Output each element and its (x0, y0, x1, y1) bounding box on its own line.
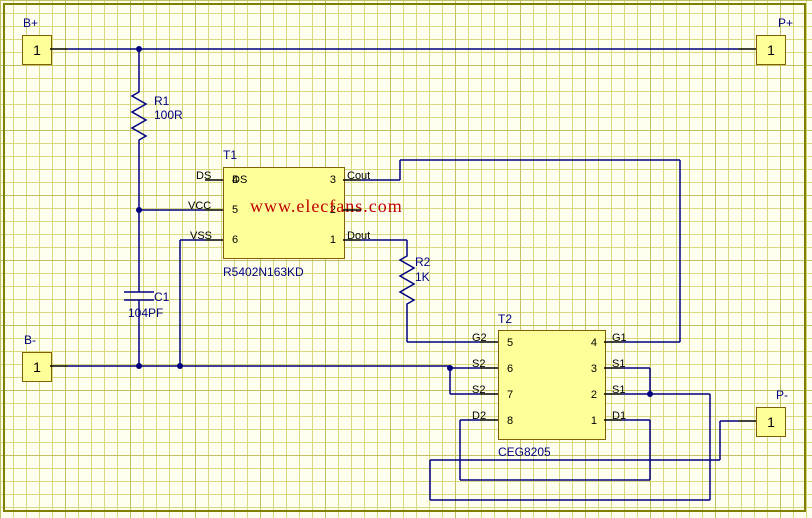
pin-t2-5: 5 (507, 337, 513, 349)
r1-val: 100R (154, 108, 183, 122)
t1-pin-vcc: VCC (188, 200, 211, 212)
port-pp-label: P+ (778, 16, 793, 30)
t2-pin-s1a: S1 (612, 358, 625, 370)
pin-t2-3: 3 (591, 363, 597, 375)
t2-pin-s2l: S2 (472, 358, 485, 370)
ic-t2: 5 6 7 8 4 3 2 1 (498, 330, 606, 440)
port-bm: 1 (22, 352, 52, 382)
pin-t2-1: 1 (591, 415, 597, 427)
t2-pin-s1b: S1 (612, 384, 625, 396)
t2-pin-s2b: S2 (472, 384, 485, 396)
t1-pin-ds: DS (196, 170, 211, 182)
port-pp: 1 (756, 35, 786, 65)
c1-ref: C1 (154, 290, 169, 304)
port-pm: 1 (756, 407, 786, 437)
t2-pin-d1: D1 (612, 410, 626, 422)
pin-t2-8: 8 (507, 415, 513, 427)
pin-t1-4: 4 (232, 174, 238, 186)
pin-t2-4: 4 (591, 337, 597, 349)
pin-t1-1: 1 (330, 234, 336, 246)
r2-val: 1K (415, 270, 430, 284)
t2-pin-g2: G2 (472, 332, 487, 344)
t1-pin-dout: Dout (347, 230, 370, 242)
watermark: www.elecfans.com (250, 196, 403, 217)
r2-ref: R2 (415, 255, 430, 269)
pin-t2-2: 2 (591, 389, 597, 401)
pin-t1-5: 5 (232, 204, 238, 216)
t1-ref: T1 (223, 148, 237, 162)
t2-pin-g1: G1 (612, 332, 627, 344)
c1-val: 104PF (128, 306, 163, 320)
port-bp-label: B+ (23, 16, 38, 30)
t1-pin-vss: VSS (190, 230, 212, 242)
port-bp: 1 (22, 35, 52, 65)
pin-t1-6: 6 (232, 234, 238, 246)
pin-t2-7: 7 (507, 389, 513, 401)
t1-part: R5402N163KD (223, 265, 304, 279)
t2-pin-d2: D2 (472, 410, 486, 422)
port-pm-label: P- (776, 388, 788, 402)
t2-ref: T2 (498, 312, 512, 326)
pin-t1-3: 3 (330, 174, 336, 186)
t2-part: CEG8205 (498, 445, 551, 459)
port-bm-label: B- (24, 333, 36, 347)
pin-t2-6: 6 (507, 363, 513, 375)
r1-ref: R1 (154, 94, 169, 108)
t1-pin-cout: Cout (347, 170, 370, 182)
